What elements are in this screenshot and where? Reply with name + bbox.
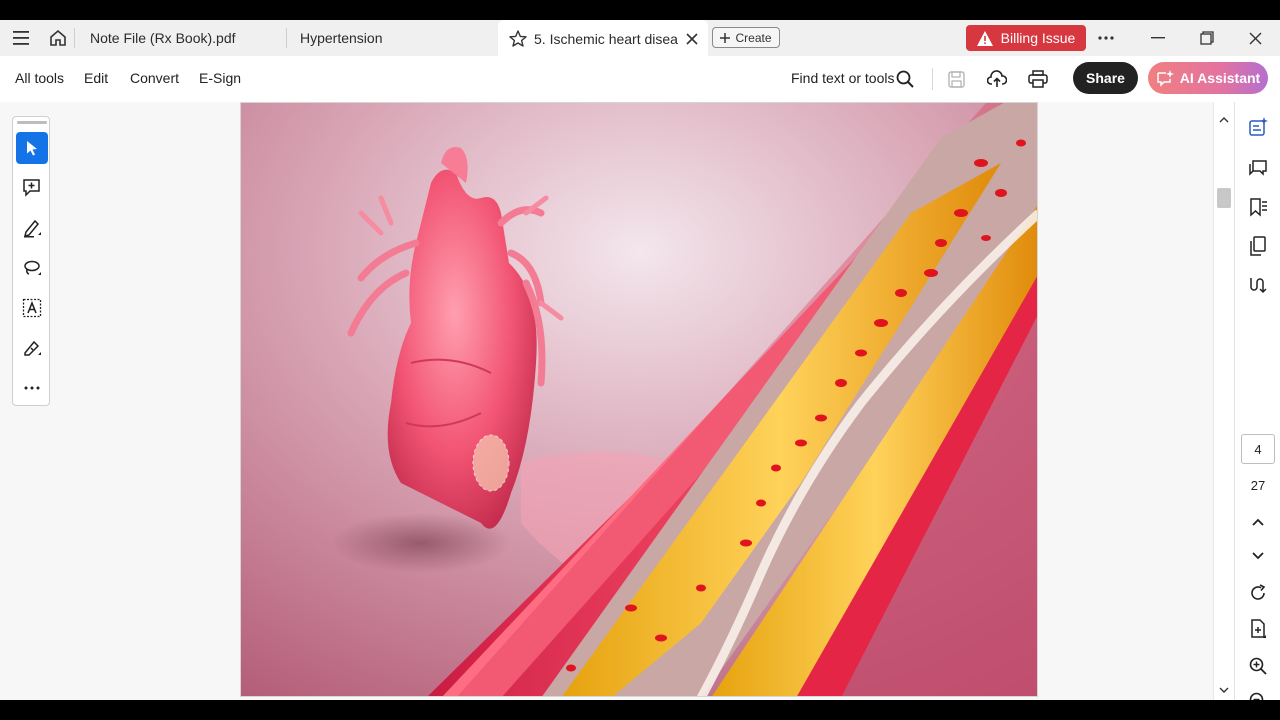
tab-divider: [74, 28, 75, 48]
highlight-pen-icon: [22, 218, 42, 238]
scrollbar-thumb[interactable]: [1217, 188, 1231, 208]
add-comment-icon: [22, 178, 42, 198]
more-icon: [24, 386, 40, 390]
search-icon[interactable]: [894, 68, 916, 90]
document-area: [0, 102, 1234, 700]
menu-e-sign[interactable]: E-Sign: [199, 70, 241, 86]
sign-tool-button[interactable]: [16, 332, 48, 364]
menu-all-tools[interactable]: All tools: [15, 70, 64, 86]
lasso-draw-icon: [22, 258, 42, 278]
ai-assistant-label: AI Assistant: [1179, 70, 1261, 86]
text-recognition-button[interactable]: [16, 292, 48, 324]
sign-pen-icon: [22, 338, 42, 358]
create-tab-button[interactable]: Create: [712, 27, 780, 48]
pages-icon[interactable]: [1247, 235, 1269, 257]
ai-generate-icon[interactable]: [1247, 116, 1269, 138]
billing-label: Billing Issue: [1000, 30, 1076, 46]
menu-convert[interactable]: Convert: [130, 70, 179, 86]
restore-icon[interactable]: [1195, 26, 1219, 50]
tab-label: Hypertension: [300, 30, 383, 46]
home-icon[interactable]: [48, 28, 68, 48]
page-export-icon[interactable]: [1247, 618, 1269, 640]
plus-icon: [720, 32, 731, 43]
billing-issue-button[interactable]: Billing Issue: [966, 25, 1086, 51]
find-text-or-tools[interactable]: Find text or tools: [791, 70, 895, 86]
menu-edit[interactable]: Edit: [84, 70, 108, 86]
links-icon[interactable]: [1247, 274, 1269, 296]
rotate-icon[interactable]: [1247, 582, 1269, 604]
select-tool-button[interactable]: [16, 132, 48, 164]
print-icon[interactable]: [1027, 68, 1049, 90]
vertical-scrollbar[interactable]: [1213, 102, 1234, 700]
share-button[interactable]: Share: [1073, 62, 1138, 94]
tab-bar: Note File (Rx Book).pdf Hypertension 5. …: [0, 20, 1280, 57]
main-toolbar: All tools Edit Convert E-Sign Find text …: [0, 56, 1280, 103]
scroll-up-icon[interactable]: [1218, 114, 1230, 126]
previous-page-icon[interactable]: [1247, 511, 1269, 533]
quick-tools-bar: [12, 116, 50, 406]
comments-icon[interactable]: [1247, 157, 1269, 179]
close-tab-icon[interactable]: [686, 32, 698, 45]
scroll-down-icon[interactable]: [1218, 684, 1230, 696]
next-page-icon[interactable]: [1247, 545, 1269, 567]
text-recognition-icon: [22, 298, 42, 318]
tab-label: 5. Ischemic heart diseas...: [534, 30, 678, 47]
zoom-out-icon[interactable]: [1247, 690, 1269, 700]
bookmark-icon[interactable]: [1247, 196, 1269, 218]
pdf-page[interactable]: [240, 102, 1038, 697]
toolbar-divider: [932, 68, 933, 90]
zoom-in-icon[interactable]: [1247, 655, 1269, 677]
current-page-input[interactable]: 4: [1241, 434, 1275, 464]
acrobat-window: Note File (Rx Book).pdf Hypertension 5. …: [0, 20, 1280, 700]
hamburger-menu-icon[interactable]: [12, 28, 32, 48]
more-options-icon[interactable]: [1094, 26, 1118, 50]
ai-assistant-icon: [1156, 69, 1174, 87]
select-arrow-icon: [25, 140, 39, 156]
right-panel: 4 27: [1234, 102, 1280, 700]
save-icon[interactable]: [945, 68, 967, 90]
close-window-icon[interactable]: [1243, 26, 1267, 50]
add-comment-button[interactable]: [16, 172, 48, 204]
warning-icon: [976, 30, 993, 46]
toolbar-grip[interactable]: [17, 121, 47, 124]
highlight-tool-button[interactable]: [16, 212, 48, 244]
tab-ischemic-heart-disease[interactable]: 5. Ischemic heart diseas...: [498, 20, 708, 57]
total-pages: 27: [1250, 478, 1266, 493]
tab-hypertension[interactable]: Hypertension: [300, 20, 490, 56]
minimize-icon[interactable]: [1146, 26, 1170, 50]
star-icon[interactable]: [508, 29, 528, 49]
draw-tool-button[interactable]: [16, 252, 48, 284]
ai-assistant-button[interactable]: AI Assistant: [1148, 62, 1268, 94]
share-label: Share: [1086, 70, 1125, 86]
heart-artery-illustration: [241, 103, 1037, 696]
create-label: Create: [735, 30, 772, 45]
more-tools-button[interactable]: [16, 372, 48, 404]
tab-divider: [286, 28, 287, 48]
tab-label: Note File (Rx Book).pdf: [90, 30, 236, 46]
upload-cloud-icon[interactable]: [986, 68, 1008, 90]
tab-note-file[interactable]: Note File (Rx Book).pdf: [90, 20, 286, 56]
